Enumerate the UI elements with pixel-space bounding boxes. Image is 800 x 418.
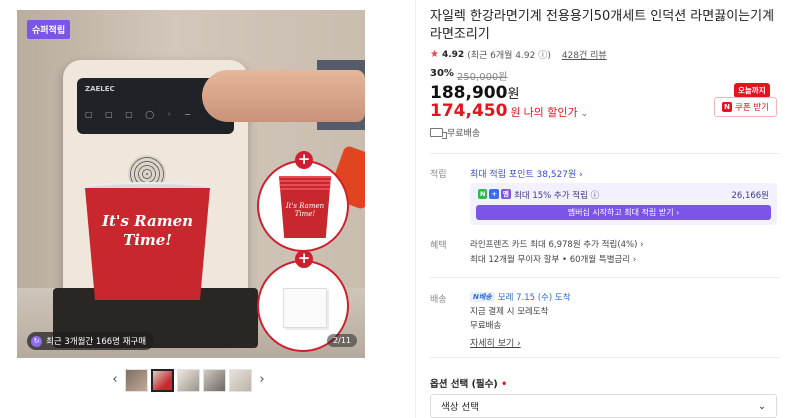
required-mark: •	[501, 379, 508, 390]
color-select-label: 색상 선택	[441, 402, 479, 413]
chevron-down-icon: ⌄	[758, 400, 766, 412]
extra-points-rate: 최대 15% 추가 적립 ⓘ	[514, 189, 599, 201]
column-divider	[415, 0, 416, 418]
review-count-link[interactable]: 428건 리뷰	[562, 48, 607, 61]
list-price: 250,000원	[456, 72, 508, 83]
chevron-down-icon: ⌄	[580, 109, 589, 119]
arrival-date: 모레 7.15 (수) 도착	[497, 293, 571, 303]
delivery-fee: 무료배송	[470, 321, 502, 331]
max-points-link[interactable]: 최대 적립 포인트 38,527원 ›	[470, 167, 583, 180]
reorder-pill: ↻ 최근 3개월간 166명 재구매	[27, 332, 155, 350]
installment-benefit-link[interactable]: 최대 12개월 무이자 할부 • 60개월 특별금리 ›	[470, 253, 636, 265]
sale-price-unit: 원	[507, 87, 520, 102]
reorder-text: 최근 3개월간 166명 재구매	[46, 337, 147, 347]
n-delivery-badge: N배송	[470, 292, 495, 302]
thumbnail-5[interactable]	[229, 368, 252, 392]
benefits-section-label: 혜택	[430, 241, 447, 251]
coupon-n-icon: N	[722, 102, 732, 112]
thumbnail-3[interactable]	[177, 368, 200, 392]
delivery-section-label: 배송	[430, 295, 447, 305]
coupon-button-label: 쿠폰 받기	[735, 103, 769, 113]
free-shipping-row: 무료배송	[430, 126, 480, 139]
info-icon[interactable]: ⓘ	[591, 191, 600, 201]
my-price-label: 나의 할인가	[523, 106, 578, 119]
machine-brand-label: ZAELEC	[85, 85, 115, 93]
option-title-text: 옵션 선택 (필수)	[430, 379, 498, 390]
start-membership-button[interactable]: 멤버십 시작하고 최대 적립 받기 ›	[476, 205, 771, 220]
points-tags: N + 멤	[478, 189, 511, 199]
thumbnail-next-icon[interactable]: ›	[255, 368, 269, 392]
naver-pay-icon: N	[478, 189, 488, 199]
points-section-label: 적립	[430, 170, 447, 180]
delivery-note: 지금 결제 시 모레도착	[470, 307, 549, 317]
section-divider	[430, 357, 780, 358]
rating-row: ★ 4.92 (최근 6개월 4.92 ⓘ) 428건 리뷰	[430, 48, 607, 61]
option-title: 옵션 선택 (필수) •	[430, 376, 507, 390]
section-divider	[430, 153, 780, 154]
image-page-indicator: 2/11	[327, 334, 357, 347]
panel-icons: ▢ ▢ ▢ ◯ ◦ −	[85, 110, 196, 119]
plus-icon: +	[295, 250, 313, 268]
color-select[interactable]: 색상 선택 ⌄	[430, 394, 777, 418]
my-discount-price[interactable]: 174,450 원 나의 할인가 ⌄	[430, 101, 588, 121]
thumbnail-4[interactable]	[203, 368, 226, 392]
discount-row: 30% 250,000원	[430, 68, 508, 83]
get-coupon-button[interactable]: N 쿠폰 받기	[714, 97, 777, 117]
delivery-detail-link[interactable]: 자세히 보기 ›	[470, 336, 521, 349]
plus-icon: +	[295, 151, 313, 169]
cup-print-text: It's Ramen Time!	[101, 212, 194, 249]
section-divider	[430, 277, 780, 278]
repurchase-icon: ↻	[31, 335, 42, 347]
sale-price: 188,900원	[430, 83, 519, 103]
thumbnail-1[interactable]	[125, 368, 148, 392]
rating-score: 4.92	[441, 49, 465, 60]
points-box: N + 멤 최대 15% 추가 적립 ⓘ 26,166원 멤버십 시작하고 최대…	[470, 183, 777, 225]
hand-graphic	[202, 70, 365, 122]
info-icon[interactable]: ⓘ)	[538, 48, 551, 61]
thumbnail-strip: ‹ ›	[108, 368, 269, 392]
star-icon: ★	[430, 49, 439, 60]
packaging-box-graphic	[283, 288, 327, 328]
super-points-badge: 슈퍼적립	[27, 20, 71, 39]
my-price-unit: 원	[510, 106, 521, 119]
sale-price-value: 188,900	[430, 83, 508, 103]
extra-points-amount: 26,166원	[731, 191, 769, 201]
product-page: ZAELEC ▢ ▢ ▢ ◯ ◦ − It's Ramen Time! It's…	[0, 0, 800, 418]
coupon-deadline-tag: 오늘까지	[734, 83, 770, 98]
my-price-value: 174,450	[430, 101, 508, 121]
plus-membership-icon: +	[489, 189, 499, 199]
thumbnail-2[interactable]	[151, 368, 174, 392]
product-title: 자일렉 한강라면기계 전용용기50개세트 인덕션 라면끓이는기계 라면조리기	[430, 9, 775, 42]
truck-icon	[430, 128, 447, 139]
membership-icon: 멤	[500, 189, 511, 199]
zoom-cups-detail: It's Ramen Time!	[257, 160, 349, 252]
recent-rating: (최근 6개월 4.92	[467, 51, 536, 61]
extra-points-rate-text: 최대 15% 추가 적립	[514, 191, 588, 201]
card-benefit-link[interactable]: 라인프렌즈 카드 최대 6,978원 추가 적립(4%) ›	[470, 238, 644, 250]
product-main-image[interactable]: ZAELEC ▢ ▢ ▢ ◯ ◦ − It's Ramen Time! It's…	[17, 10, 365, 358]
discount-rate: 30%	[430, 68, 454, 79]
zoom-cup-print: It's Ramen Time!	[285, 202, 325, 218]
free-shipping-text: 무료배송	[447, 129, 481, 139]
arrival-info: N배송 모레 7.15 (수) 도착	[470, 291, 571, 303]
thumbnail-prev-icon[interactable]: ‹	[108, 368, 122, 392]
